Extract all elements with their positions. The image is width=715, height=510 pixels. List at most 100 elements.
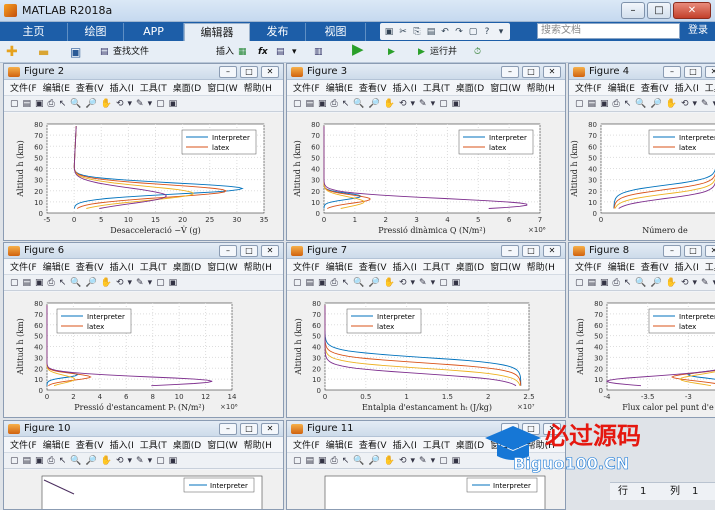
figure-menu-item[interactable]: 编辑(E: [608, 81, 635, 94]
maximize-button[interactable]: □: [522, 245, 540, 257]
help-icon[interactable]: ?: [481, 26, 493, 38]
figure-tool-icon[interactable]: ▤: [306, 278, 315, 288]
figure-tool-icon[interactable]: 🔍: [635, 99, 646, 109]
figure-tool-icon[interactable]: 🔎: [369, 99, 380, 109]
figure-menu-item[interactable]: 文件(F: [293, 438, 320, 451]
figure-menu-item[interactable]: 插入(I: [110, 260, 134, 273]
figure-tool-icon[interactable]: ▣: [318, 278, 327, 288]
figure-tool-icon[interactable]: ↖: [59, 456, 67, 466]
run-advance-icon[interactable]: ▶: [418, 44, 425, 60]
figure-tool-icon[interactable]: ▢: [10, 456, 19, 466]
figure-tool-icon[interactable]: ⎙: [331, 278, 338, 288]
figure-tool-icon[interactable]: 🔎: [651, 278, 662, 288]
figure-menu-item[interactable]: 桌面(D: [456, 260, 484, 273]
close-button[interactable]: ✕: [261, 423, 279, 435]
figure-tool-icon[interactable]: ▢: [10, 278, 19, 288]
figure-tool-icon[interactable]: ▣: [452, 99, 461, 109]
minimize-button[interactable]: –: [663, 66, 681, 78]
figure-tool-icon[interactable]: ▢: [439, 456, 448, 466]
figure-tool-icon[interactable]: ⎙: [331, 456, 338, 466]
figure-title-bar[interactable]: Figure 8 – □ ✕: [569, 243, 715, 259]
run-section-icon[interactable]: ▶: [388, 44, 395, 60]
figure-tool-icon[interactable]: ▣: [318, 456, 327, 466]
run-icon[interactable]: ▶: [352, 41, 364, 57]
figure-tool-icon[interactable]: ▾: [128, 278, 133, 288]
figure-menu-item[interactable]: 插入(I: [675, 260, 699, 273]
figure-tool-icon[interactable]: ▣: [452, 456, 461, 466]
figure-menu-item[interactable]: 编辑(E: [326, 260, 353, 273]
figure-tool-icon[interactable]: ⟲: [399, 278, 407, 288]
figure-tool-icon[interactable]: ⎙: [613, 278, 620, 288]
breakpoint-icon[interactable]: ▥: [314, 44, 323, 60]
tab-home[interactable]: 主页: [0, 23, 68, 41]
close-button[interactable]: ✕: [705, 245, 715, 257]
figure-tool-icon[interactable]: ▣: [169, 456, 178, 466]
figure-tool-icon[interactable]: ▤: [23, 456, 32, 466]
figure-tool-icon[interactable]: ▾: [411, 456, 416, 466]
chevron-down-icon[interactable]: ▾: [292, 44, 297, 60]
figure-window[interactable]: Figure 2 – □ ✕ 文件(F 编辑(E 查看(V 插入(I 工具(T 桌面(D 窗…: [3, 63, 284, 241]
tab-apps[interactable]: APP: [124, 23, 184, 41]
copy-icon[interactable]: ⎘: [411, 26, 423, 38]
figure-menu-item[interactable]: 工具(T: [705, 260, 715, 273]
tab-editor[interactable]: 编辑器: [184, 23, 250, 42]
figure-tool-icon[interactable]: 🔎: [369, 278, 380, 288]
figure-tool-icon[interactable]: ▣: [169, 99, 178, 109]
paste-icon[interactable]: ▤: [425, 26, 437, 38]
close-button[interactable]: ✕: [705, 66, 715, 78]
figure-tool-icon[interactable]: ✎: [136, 456, 144, 466]
figure-tool-icon[interactable]: 🔍: [635, 278, 646, 288]
minimize-button[interactable]: –: [501, 245, 519, 257]
figure-menu-item[interactable]: 工具(T: [140, 81, 167, 94]
figure-tool-icon[interactable]: ▣: [35, 278, 44, 288]
figure-menu-item[interactable]: 编辑(E: [326, 438, 353, 451]
figure-tool-icon[interactable]: ▣: [35, 99, 44, 109]
figure-tool-icon[interactable]: ▾: [411, 278, 416, 288]
figure-tool-icon[interactable]: ▾: [128, 99, 133, 109]
figure-menu-item[interactable]: 插入(I: [675, 81, 699, 94]
figure-title-bar[interactable]: Figure 2 – □ ✕: [4, 64, 283, 80]
switch-window-icon[interactable]: ▢: [467, 26, 479, 38]
figure-menu-item[interactable]: 文件(F: [10, 81, 37, 94]
minimize-button[interactable]: –: [219, 245, 237, 257]
figure-menu-item[interactable]: 帮助(H: [244, 260, 272, 273]
figure-tool-icon[interactable]: ▢: [156, 278, 165, 288]
insert-section-icon[interactable]: ▦: [238, 44, 247, 60]
fx-button[interactable]: fx: [258, 44, 268, 60]
maximize-button[interactable]: □: [647, 2, 671, 19]
insert-button[interactable]: 插入: [216, 44, 234, 60]
figure-tool-icon[interactable]: ▤: [588, 99, 597, 109]
maximize-button[interactable]: □: [240, 245, 258, 257]
figure-menu-item[interactable]: 插入(I: [393, 260, 417, 273]
figure-menu-item[interactable]: 工具(T: [423, 260, 450, 273]
figure-menu-item[interactable]: 窗口(W: [207, 81, 237, 94]
figure-tool-icon[interactable]: ▾: [128, 456, 133, 466]
figure-menu-item[interactable]: 编辑(E: [326, 81, 353, 94]
figure-tool-icon[interactable]: ▾: [148, 99, 153, 109]
figure-tool-icon[interactable]: ⟲: [399, 456, 407, 466]
figure-tool-icon[interactable]: ✎: [419, 278, 427, 288]
figure-window[interactable]: Figure 7 – □ ✕ 文件(F 编辑(E 查看(V 插入(I 工具(T 桌面(D 窗…: [286, 242, 566, 418]
run-advance-button[interactable]: 运行并: [430, 44, 457, 60]
cut-icon[interactable]: ✂: [397, 26, 409, 38]
figure-menu-item[interactable]: 查看(V: [76, 81, 104, 94]
save-file-icon[interactable]: ▣: [70, 44, 81, 60]
figure-title-bar[interactable]: Figure 10 – □ ✕: [4, 421, 283, 437]
figure-tool-icon[interactable]: ▢: [575, 278, 584, 288]
figure-window[interactable]: Figure 3 – □ ✕ 文件(F 编辑(E 查看(V 插入(I 工具(T 桌面(D 窗…: [286, 63, 566, 241]
figure-tool-icon[interactable]: 🔎: [651, 99, 662, 109]
figure-tool-icon[interactable]: ▣: [35, 456, 44, 466]
figure-menu-item[interactable]: 工具(T: [423, 438, 450, 451]
figure-tool-icon[interactable]: 🔎: [86, 278, 97, 288]
figure-menu-item[interactable]: 工具(T: [140, 260, 167, 273]
figure-tool-icon[interactable]: ▣: [600, 99, 609, 109]
figure-tool-icon[interactable]: ▤: [306, 99, 315, 109]
figure-menu-item[interactable]: 查看(V: [76, 260, 104, 273]
figure-menu-item[interactable]: 帮助(H: [244, 438, 272, 451]
figure-tool-icon[interactable]: ▤: [23, 278, 32, 288]
figure-tool-icon[interactable]: ▾: [431, 456, 436, 466]
figure-tool-icon[interactable]: ▢: [439, 99, 448, 109]
close-button[interactable]: ✕: [543, 245, 561, 257]
figure-tool-icon[interactable]: 🔎: [86, 456, 97, 466]
figure-tool-icon[interactable]: ↖: [342, 278, 350, 288]
